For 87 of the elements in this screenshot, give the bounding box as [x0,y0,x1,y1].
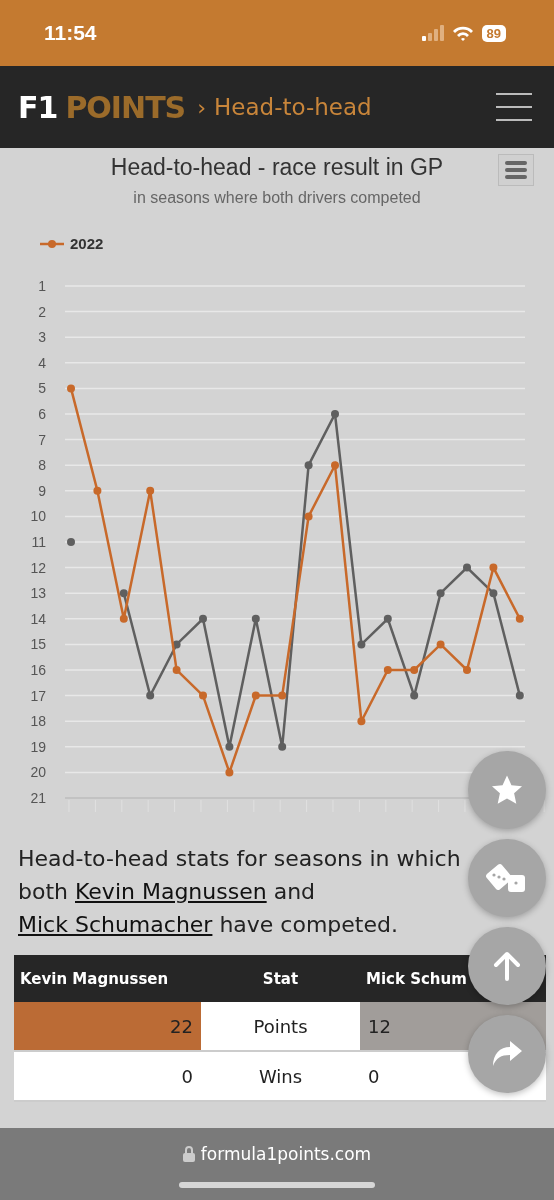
data-point [463,563,471,572]
axis-label: 11 [31,534,46,550]
legend-label[interactable]: 2022 [70,235,104,252]
data-point [331,410,339,418]
data-point [436,640,445,649]
intro-text: Head-to-head stats for seasons in which both Kevin Magnussen and Mick Schumacher have competed. [18,845,462,939]
column-header: Stat [201,955,360,1002]
menu-button[interactable] [496,93,532,121]
data-point [515,691,524,700]
address-bar[interactable]: formula1points.com [182,1144,372,1164]
data-point [172,640,181,649]
data-point [304,461,313,470]
data-point [410,666,419,674]
axis-label: 14 [30,610,46,627]
axis-label: 16 [30,662,46,678]
data-point [225,768,234,777]
logo-text[interactable]: F1 [18,89,58,125]
axis-label: 6 [38,406,46,422]
breadcrumb-separator: › [197,94,207,120]
battery-level: 89 [481,24,506,42]
data-point [67,538,75,546]
clock: 11:54 [44,21,97,45]
axis-label: 7 [38,431,46,448]
data-point [463,666,471,674]
chart-title: Head-to-head - race result in GP [109,153,445,181]
share-icon [491,1040,523,1068]
axis-label: 15 [30,636,46,653]
column-header: Kevin Magnussen [14,955,201,1002]
data-point [146,691,155,700]
page-title: Head-to-head [214,94,373,120]
table-cell: 22 [14,1002,201,1052]
axis-label: 18 [30,713,46,730]
axis-label: 5 [38,380,46,397]
axis-label: 21 [30,790,46,806]
driver-link[interactable]: Mick Schumacher [18,912,213,937]
random-button[interactable] [468,839,546,917]
axis-label: 10 [30,508,46,525]
data-point [410,691,419,700]
data-point [357,640,366,649]
table-cell: Points [201,1002,360,1052]
legend-marker [40,238,64,249]
data-point [515,614,524,623]
lock-icon [182,1146,195,1162]
data-point [331,461,339,470]
data-point [436,589,445,598]
data-point [383,666,392,674]
axis-label: 9 [38,482,46,499]
data-point [119,614,128,623]
axis-label: 2 [38,303,46,320]
data-point [199,614,207,623]
data-point [278,742,287,751]
chart-menu-button[interactable] [498,154,534,186]
data-point [146,486,155,495]
axis-label: 12 [30,559,46,576]
table-cell: 0 [14,1052,201,1102]
data-point [172,666,181,674]
driver-link[interactable]: Kevin Magnussen [75,879,267,904]
data-point [383,614,392,623]
scroll-top-button[interactable] [468,927,546,1005]
data-point [67,384,75,393]
axis-label: 4 [38,354,46,371]
axis-label: 19 [30,738,46,755]
axis-label: 17 [30,687,46,704]
data-point [199,691,207,700]
signal-icon [421,25,444,41]
data-point [304,512,313,521]
dice-icon [486,861,528,895]
axis-label: 13 [30,585,46,602]
data-point [251,691,260,700]
up-arrow-icon [493,951,521,981]
axis-label: 20 [30,764,46,781]
axis-label: 8 [38,457,46,474]
axis-label: 3 [38,329,46,346]
data-point [225,742,234,751]
data-point [278,691,287,700]
chart-subtitle: in seasons where both drivers competed [132,189,422,207]
data-point [489,563,498,572]
data-point [489,589,498,598]
table-cell: Wins [201,1052,360,1102]
star-icon [490,774,524,806]
data-point [93,486,102,495]
wifi-icon [451,25,474,41]
data-point [119,589,128,598]
favorite-button[interactable] [468,751,546,829]
data-point [251,614,260,623]
data-point [357,717,366,726]
axis-label: 1 [38,278,46,294]
